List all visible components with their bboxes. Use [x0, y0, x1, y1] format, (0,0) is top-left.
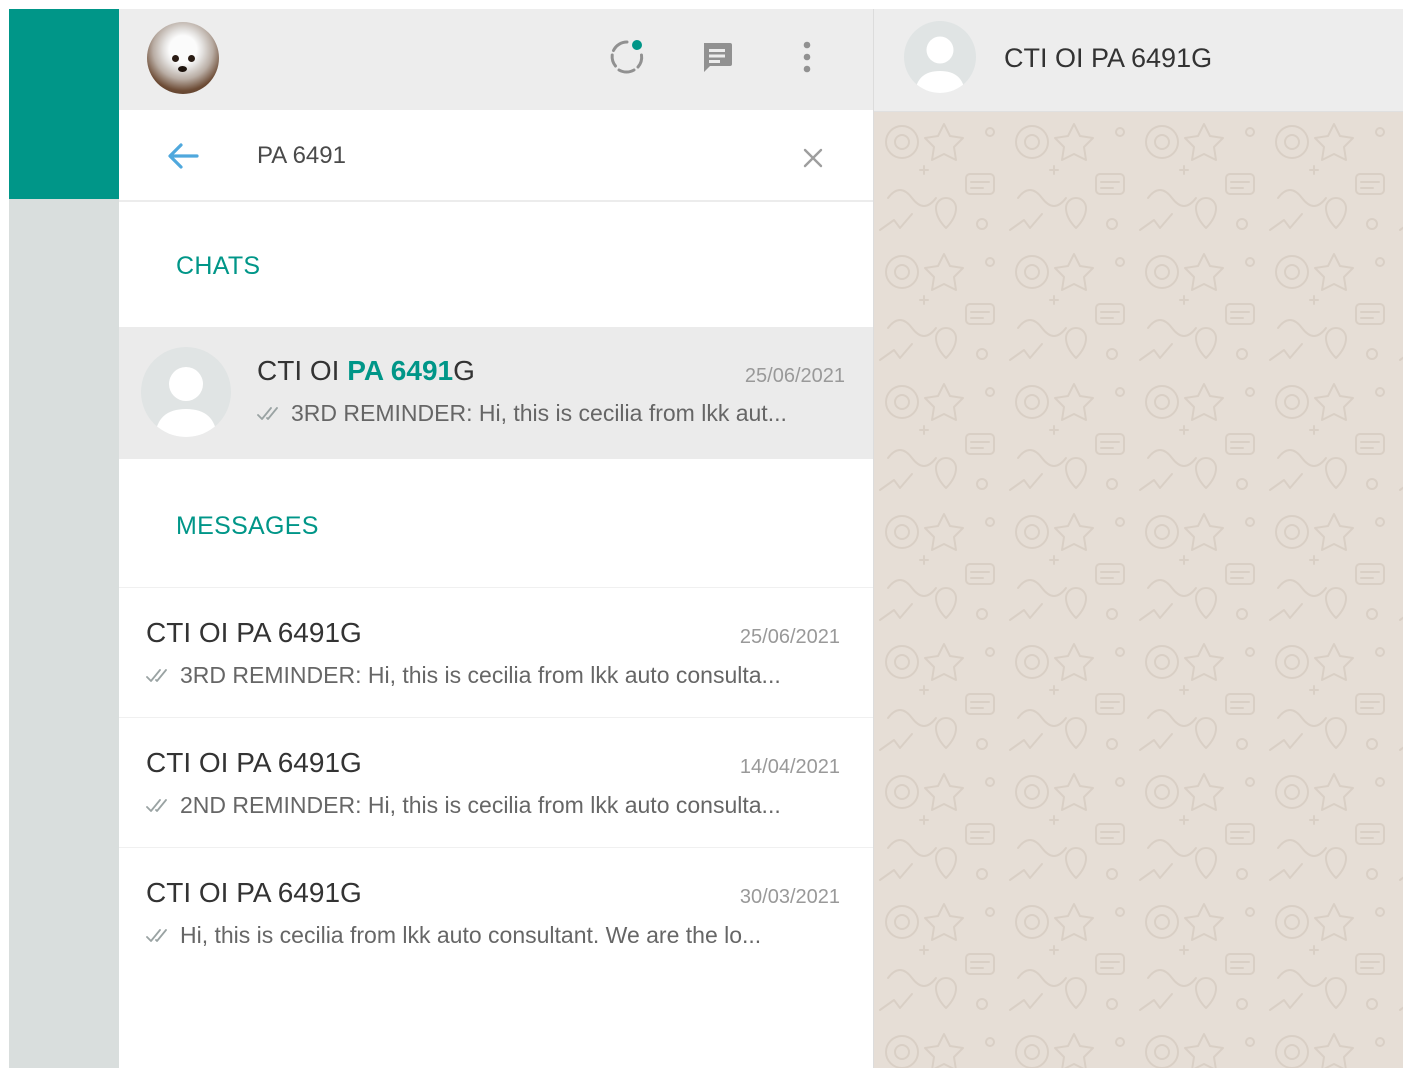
profile-avatar[interactable]: [147, 22, 219, 94]
name-prefix: CTI OI: [257, 355, 348, 386]
chat-result-preview: 3RD REMINDER: Hi, this is cecilia from l…: [257, 400, 787, 427]
clear-search-button[interactable]: [795, 140, 831, 176]
app-accent-strip: [9, 9, 119, 199]
close-icon: [803, 148, 823, 168]
new-chat-icon-svg: [704, 43, 732, 72]
default-avatar-icon: [155, 367, 217, 437]
back-button[interactable]: [163, 138, 203, 174]
search-highlight: PA 6491: [347, 355, 454, 386]
arrow-left-icon: [168, 143, 199, 169]
double-check-icon: [257, 405, 285, 423]
chat-result-name: CTI OI PA 6491G: [257, 355, 475, 387]
menu-icon-svg: [803, 41, 811, 73]
avatar-eye: [172, 55, 179, 62]
default-avatar-icon: [915, 36, 965, 93]
search-input[interactable]: [257, 138, 777, 174]
status-icon[interactable]: [607, 37, 647, 77]
chats-section-label: CHATS: [176, 252, 261, 280]
contact-avatar: [141, 347, 231, 437]
message-result-item[interactable]: CTI OI PA 6491G 30/03/2021 Hi, this is c…: [119, 847, 873, 978]
sidebar-header: [119, 9, 873, 110]
preview-text: 3RD REMINDER: Hi, this is cecilia from l…: [291, 400, 787, 426]
message-preview: Hi, this is cecilia from lkk auto consul…: [146, 922, 761, 949]
preview-text: Hi, this is cecilia from lkk auto consul…: [180, 922, 762, 948]
preview-text: 2ND REMINDER: Hi, this is cecilia from l…: [180, 792, 781, 818]
menu-icon[interactable]: [787, 37, 827, 77]
preview-text: 3RD REMINDER: Hi, this is cecilia from l…: [180, 662, 781, 688]
new-chat-icon[interactable]: [697, 37, 737, 77]
chat-result-item[interactable]: CTI OI PA 6491G 25/06/2021 3RD REMINDER:…: [119, 327, 873, 459]
avatar-nose: [178, 66, 187, 72]
conversation-header[interactable]: CTI OI PA 6491G: [874, 9, 1403, 112]
messages-section-label: MESSAGES: [176, 512, 319, 540]
sidebar: CHATS CTI OI PA 6491G 25/06/2021 3RD REM…: [119, 9, 873, 1068]
message-date: 30/03/2021: [739, 886, 840, 908]
message-preview: 3RD REMINDER: Hi, this is cecilia from l…: [146, 662, 781, 689]
message-sender: CTI OI PA 6491G: [146, 617, 362, 648]
search-bar: [119, 110, 873, 202]
double-check-icon: [146, 667, 174, 685]
message-sender: CTI OI PA 6491G: [146, 877, 362, 908]
chat-wallpaper: [874, 112, 1403, 1068]
message-result-item[interactable]: CTI OI PA 6491G 14/04/2021 2ND REMINDER:…: [119, 717, 873, 848]
message-sender: CTI OI PA 6491G: [146, 747, 362, 778]
contact-avatar[interactable]: [904, 21, 976, 93]
avatar-eye: [188, 55, 195, 62]
conversation-title: CTI OI PA 6491G: [1004, 43, 1213, 73]
conversation-panel: CTI OI PA 6491G: [873, 9, 1403, 1068]
message-date: 25/06/2021: [739, 626, 840, 648]
double-check-icon: [146, 797, 174, 815]
message-date: 14/04/2021: [739, 756, 840, 778]
double-check-icon: [146, 927, 174, 945]
status-icon-svg: [610, 40, 644, 74]
message-result-item[interactable]: CTI OI PA 6491G 25/06/2021 3RD REMINDER:…: [119, 587, 873, 718]
message-preview: 2ND REMINDER: Hi, this is cecilia from l…: [146, 792, 781, 819]
app-background: [9, 9, 119, 1068]
chat-result-date: 25/06/2021: [744, 365, 845, 387]
name-suffix: G: [453, 355, 475, 386]
